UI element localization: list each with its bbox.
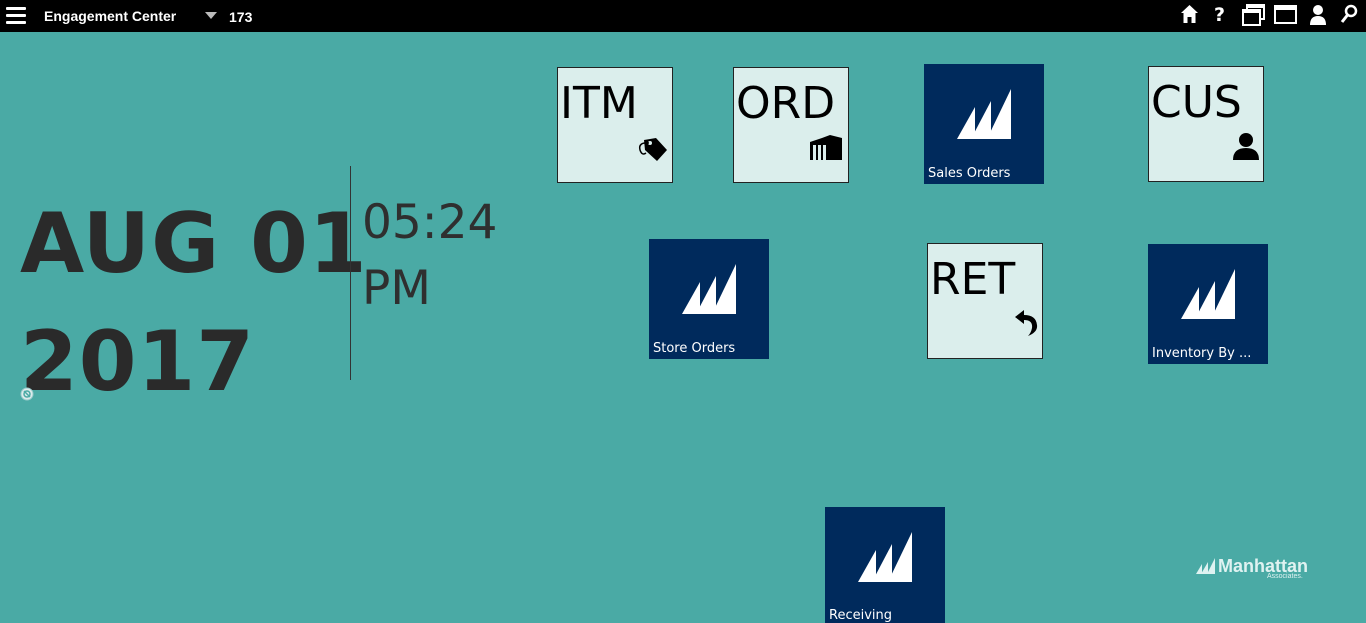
tile-code: ORD (736, 78, 836, 129)
tile-itm[interactable]: ITM (557, 67, 673, 183)
time-display: 05:24 PM (362, 190, 497, 322)
search-icon[interactable] (1340, 4, 1358, 24)
tile-ord[interactable]: ORD (733, 67, 849, 183)
divider (350, 166, 351, 380)
tile-code: ITM (560, 78, 638, 129)
clock-settings-icon[interactable] (20, 387, 34, 401)
manhattan-logo-icon (682, 264, 736, 314)
tile-label: Sales Orders (928, 166, 1011, 181)
manhattan-mark-icon (1196, 558, 1215, 574)
home-icon[interactable] (1180, 4, 1199, 24)
tile-code: RET (930, 254, 1016, 305)
brand-sub: Associates. (1267, 573, 1303, 580)
tile-inventory-by[interactable]: Inventory By ... (1148, 244, 1268, 364)
tile-label: Inventory By ... (1152, 346, 1252, 361)
chevron-down-icon[interactable] (205, 12, 217, 19)
date-display: AUG 01 2017 (20, 185, 368, 421)
manhattan-logo-icon (1181, 269, 1235, 319)
tile-label: Receiving (829, 608, 893, 623)
tile-cus[interactable]: CUS (1148, 66, 1264, 182)
date-year: 2017 (20, 313, 256, 410)
window-icon[interactable] (1274, 4, 1297, 24)
return-arrow-icon (1015, 310, 1038, 336)
tag-icon (638, 138, 667, 161)
location-number[interactable]: 173 (229, 9, 252, 25)
person-icon (1233, 133, 1259, 160)
tile-code: CUS (1151, 77, 1242, 128)
tile-ret[interactable]: RET (927, 243, 1043, 359)
top-bar: Engagement Center 173 ? (0, 0, 1366, 32)
windows-icon[interactable] (1242, 4, 1266, 26)
user-icon[interactable] (1309, 4, 1327, 26)
warehouse-icon (810, 135, 842, 160)
date-month-day: AUG 01 (20, 195, 368, 292)
manhattan-logo-icon (858, 532, 912, 582)
menu-icon[interactable] (6, 7, 26, 25)
tile-label: Store Orders (653, 341, 736, 356)
tile-receiving[interactable]: Receiving (825, 507, 945, 623)
time-period: PM (362, 261, 431, 316)
tile-sales-orders[interactable]: Sales Orders (924, 64, 1044, 184)
manhattan-logo-icon (957, 89, 1011, 139)
svg-text:?: ? (1214, 4, 1225, 24)
time-value: 05:24 (362, 195, 498, 250)
app-title[interactable]: Engagement Center (44, 8, 176, 24)
tile-store-orders[interactable]: Store Orders (649, 239, 769, 359)
help-icon[interactable]: ? (1213, 4, 1227, 24)
